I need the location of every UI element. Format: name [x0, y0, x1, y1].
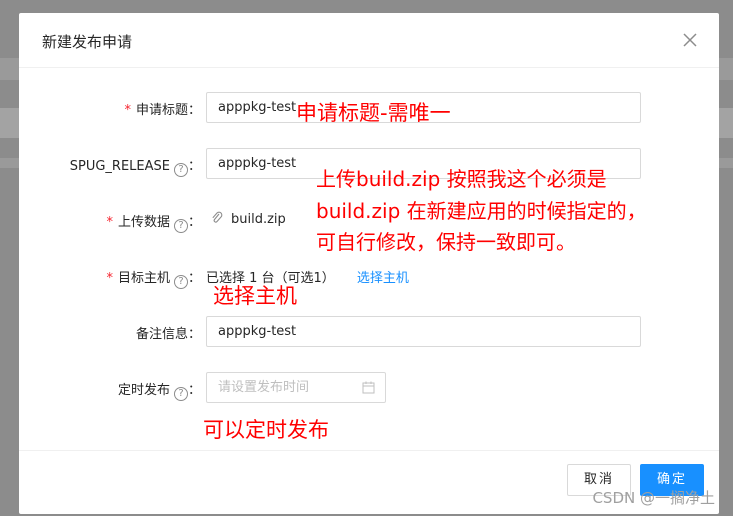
remark-label: 备注信息： — [135, 327, 201, 342]
modal-header: 新建发布申请 — [19, 13, 719, 68]
publish-request-modal: 新建发布申请 * 申请标题： apppkg-test SPUG_RELEASE?：… — [19, 13, 719, 514]
form-row-remark: 备注信息： apppkg-test — [19, 316, 719, 348]
schedule-label: 定时发布?： — [117, 383, 201, 401]
paperclip-icon — [212, 211, 223, 223]
watermark: CSDN @一搁净土 — [592, 489, 715, 507]
annotation-host-note: 选择主机 — [213, 284, 297, 308]
annotation-upload-note-3: 可自行修改，保持一致即可。 — [316, 230, 576, 254]
help-icon[interactable]: ? — [173, 275, 188, 289]
date-placeholder: 请设置发布时间 — [218, 380, 310, 395]
release-label: SPUG_RELEASE?： — [69, 159, 201, 177]
title-label: * 申请标题： — [124, 103, 201, 118]
form-row-schedule: 定时发布?： 请设置发布时间 — [19, 372, 719, 404]
close-icon[interactable] — [681, 31, 699, 49]
file-name[interactable]: build.zip — [231, 212, 286, 227]
uploaded-file[interactable]: build.zip — [211, 211, 286, 227]
help-icon[interactable]: ? — [173, 163, 188, 177]
annotation-schedule-note: 可以定时发布 — [203, 418, 329, 442]
host-label: * 目标主机?： — [106, 271, 201, 289]
modal-title: 新建发布申请 — [42, 33, 133, 51]
help-icon[interactable]: ? — [173, 387, 188, 401]
annotation-title-note: 申请标题-需唯一 — [296, 101, 451, 125]
calendar-icon — [362, 381, 375, 394]
background-edge — [0, 108, 19, 138]
annotation-upload-note-1: 上传build.zip 按照我这个必须是 — [316, 167, 607, 191]
select-host-link[interactable]: 选择主机 — [357, 271, 409, 286]
required-mark: * — [106, 271, 113, 286]
required-mark: * — [106, 215, 113, 230]
annotation-upload-note-2: build.zip 在新建应用的时候指定的， — [316, 199, 647, 223]
upload-label: * 上传数据?： — [106, 215, 201, 233]
background-edge — [719, 108, 733, 138]
required-mark: * — [124, 103, 131, 118]
help-icon[interactable]: ? — [173, 219, 188, 233]
form-row-host: * 目标主机?： 已选择 1 台（可选1） 选择主机 — [19, 260, 719, 292]
remark-input[interactable]: apppkg-test — [206, 316, 641, 347]
schedule-date-picker[interactable]: 请设置发布时间 — [206, 372, 386, 403]
